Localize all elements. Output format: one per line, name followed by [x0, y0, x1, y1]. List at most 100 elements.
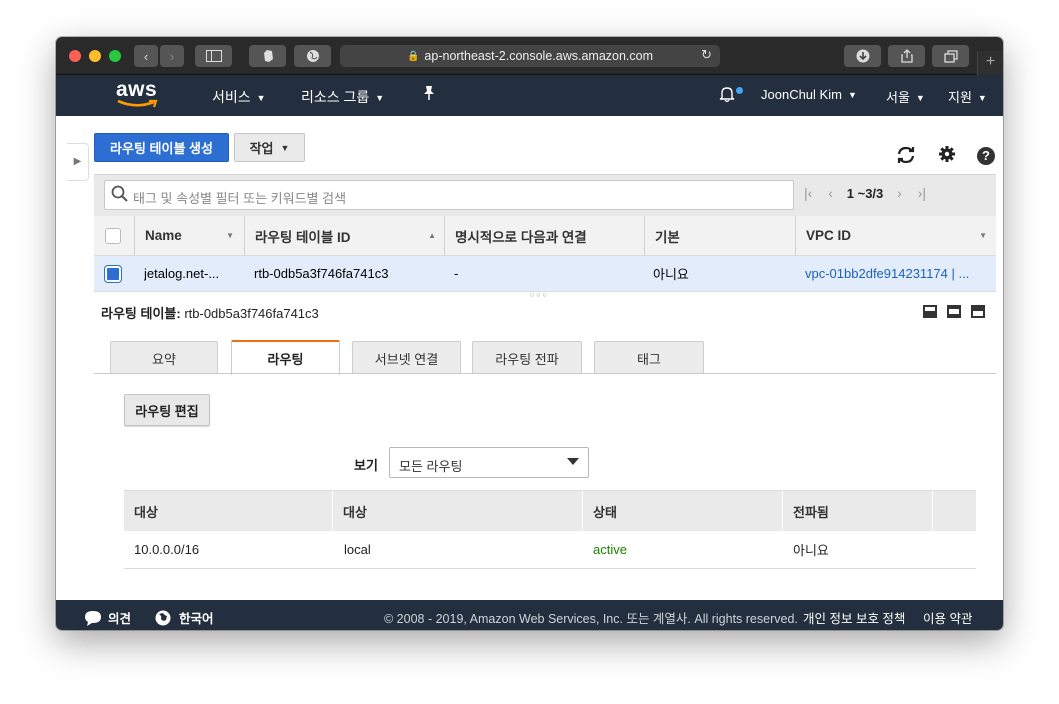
next-page-icon[interactable]: › — [897, 185, 902, 201]
support-label: 지원 — [948, 90, 972, 105]
sort-asc-icon: ▲ — [428, 231, 436, 240]
column-header-label: VPC ID — [806, 228, 852, 243]
tab-tags[interactable]: 태그 — [594, 341, 704, 374]
privacy-policy-link[interactable]: 개인 정보 보호 정책 — [803, 608, 905, 627]
browser-window: ‹ › 🔒 ap-northeast-2.console.aws.amazon.… — [56, 37, 1003, 630]
view-select[interactable]: 모든 라우팅 — [389, 447, 589, 478]
filter-bar: 태그 및 속성별 필터 또는 키워드별 검색 |‹ ‹ 1 ~3/3 › ›| — [94, 174, 996, 216]
row-main: 아니요 — [653, 267, 689, 282]
route-status: active — [593, 542, 627, 557]
share-button[interactable] — [888, 45, 925, 67]
column-header-main[interactable]: 기본 — [644, 216, 795, 255]
column-header-vpc-id[interactable]: VPC ID ▼ — [795, 216, 995, 255]
resource-groups-menu[interactable]: 리소스 그룹 ▼ — [301, 87, 384, 107]
first-page-icon[interactable]: |‹ — [804, 185, 812, 201]
lock-icon: 🔒 — [406, 50, 420, 62]
downloads-button[interactable] — [844, 45, 881, 67]
tabs-divider — [94, 373, 996, 374]
gear-icon[interactable] — [936, 145, 958, 167]
globe-extension-icon — [306, 50, 319, 62]
tab-subnet-associations[interactable]: 서브넷 연결 — [352, 341, 461, 374]
tabs-icon — [943, 49, 958, 63]
column-header-label: Name — [145, 228, 182, 243]
row-name: jetalog.net-... — [144, 266, 220, 281]
chevron-down-icon: ▼ — [375, 93, 385, 103]
aws-smile-icon — [117, 99, 158, 108]
edit-routes-button[interactable]: 라우팅 편집 — [124, 394, 210, 426]
create-route-table-button[interactable]: 라우팅 테이블 생성 — [94, 133, 229, 162]
tab-route-propagation[interactable]: 라우팅 전파 — [472, 341, 582, 374]
row-vpc-id-link[interactable]: vpc-01bb2dfe914231174 | ... — [805, 256, 995, 291]
services-menu[interactable]: 서비스 ▼ — [212, 87, 266, 107]
close-window-button[interactable] — [69, 50, 81, 62]
sidebar-icon — [205, 50, 222, 62]
evernote-extension-button[interactable] — [249, 45, 286, 67]
column-header-label: 명시적으로 다음과 연결 — [455, 229, 587, 245]
url-text: ap-northeast-2.console.aws.amazon.com — [424, 49, 654, 63]
region-label: 서울 — [886, 90, 910, 105]
region-menu[interactable]: 서울 ▼ — [886, 87, 925, 106]
pin-button[interactable] — [422, 85, 436, 104]
forward-button[interactable]: › — [160, 45, 184, 67]
panel-layout-split-icon[interactable] — [947, 305, 961, 318]
column-header-propagated[interactable]: 전파됨 — [782, 491, 932, 531]
support-menu[interactable]: 지원 ▼ — [948, 87, 987, 106]
bell-icon — [719, 87, 735, 103]
minimize-window-button[interactable] — [89, 50, 101, 62]
row-checkbox[interactable] — [105, 266, 121, 282]
column-header-destination[interactable]: 대상 — [124, 491, 332, 531]
chevron-down-icon: ▼ — [977, 93, 987, 103]
aws-logo[interactable]: aws — [116, 78, 160, 110]
globe-icon — [155, 610, 171, 626]
route-tables-table: Name ▼ 라우팅 테이블 ID ▲ 명시적으로 다음과 연결 기본 VPC ID… — [94, 216, 996, 292]
table-row[interactable]: jetalog.net-... rtb-0db5a3f746fa741c3 - … — [94, 256, 996, 292]
tabs-overview-button[interactable] — [932, 45, 969, 67]
panel-layout-top-icon[interactable] — [971, 305, 985, 318]
new-tab-button[interactable]: + — [977, 51, 1003, 75]
language-label: 한국어 — [179, 612, 214, 626]
route-target: local — [344, 542, 371, 557]
extension-button[interactable] — [294, 45, 331, 67]
column-header-explicit-association[interactable]: 명시적으로 다음과 연결 — [444, 216, 644, 255]
services-label: 서비스 — [212, 89, 251, 105]
panel-resize-handle[interactable]: ○○○ — [530, 292, 549, 299]
select-all-checkbox[interactable] — [105, 228, 121, 244]
route-destination: 10.0.0.0/16 — [134, 542, 200, 557]
last-page-icon[interactable]: ›| — [918, 185, 926, 201]
back-button[interactable]: ‹ — [134, 45, 158, 67]
actions-label: 작업 — [249, 141, 274, 156]
search-placeholder: 태그 및 속성별 필터 또는 키워드별 검색 — [133, 191, 347, 206]
search-input[interactable]: 태그 및 속성별 필터 또는 키워드별 검색 — [104, 180, 794, 210]
help-icon[interactable]: ? — [977, 147, 995, 165]
actions-dropdown[interactable]: 작업 ▼ — [234, 133, 305, 162]
chevron-down-icon — [567, 458, 579, 465]
table-header-row: Name ▼ 라우팅 테이블 ID ▲ 명시적으로 다음과 연결 기본 VPC ID… — [94, 216, 996, 256]
column-header-name[interactable]: Name ▼ — [134, 216, 242, 255]
zoom-window-button[interactable] — [109, 50, 121, 62]
column-header-target[interactable]: 대상 — [332, 491, 582, 531]
address-bar[interactable]: 🔒 ap-northeast-2.console.aws.amazon.com … — [340, 45, 720, 67]
console-footer: 의견 한국어 © 2008 - 2019, Amazon Web Service… — [56, 600, 1003, 630]
tab-routes[interactable]: 라우팅 — [231, 340, 340, 375]
feedback-link[interactable]: 의견 — [84, 608, 131, 627]
reload-icon[interactable]: ↻ — [701, 47, 712, 63]
chevron-down-icon: ▼ — [915, 93, 925, 103]
prev-page-icon[interactable]: ‹ — [828, 185, 833, 201]
detail-title: 라우팅 테이블: rtb-0db5a3f746fa741c3 — [101, 303, 319, 322]
tab-summary[interactable]: 요약 — [110, 341, 218, 374]
language-selector[interactable]: 한국어 — [155, 608, 214, 627]
row-explicit-association: - — [454, 266, 459, 281]
feedback-icon — [85, 611, 101, 626]
panel-layout-bottom-icon[interactable] — [923, 305, 937, 318]
refresh-icon[interactable] — [895, 145, 917, 167]
chevron-down-icon: ▼ — [256, 93, 266, 103]
terms-of-use-link[interactable]: 이용 약관 — [923, 608, 972, 627]
sidebar-toggle-button[interactable] — [195, 45, 232, 67]
account-menu[interactable]: JoonChul Kim ▼ — [761, 87, 857, 102]
column-header-label: 기본 — [655, 229, 680, 245]
aws-top-nav: aws 서비스 ▼ 리소스 그룹 ▼ JoonChul Kim ▼ 서울 ▼ 지원 ▼ — [56, 75, 1003, 116]
column-header-status[interactable]: 상태 — [582, 491, 782, 531]
notifications-button[interactable] — [719, 85, 735, 106]
side-nav-toggle[interactable]: ▶ — [67, 143, 89, 181]
column-header-route-table-id[interactable]: 라우팅 테이블 ID ▲ — [244, 216, 444, 255]
